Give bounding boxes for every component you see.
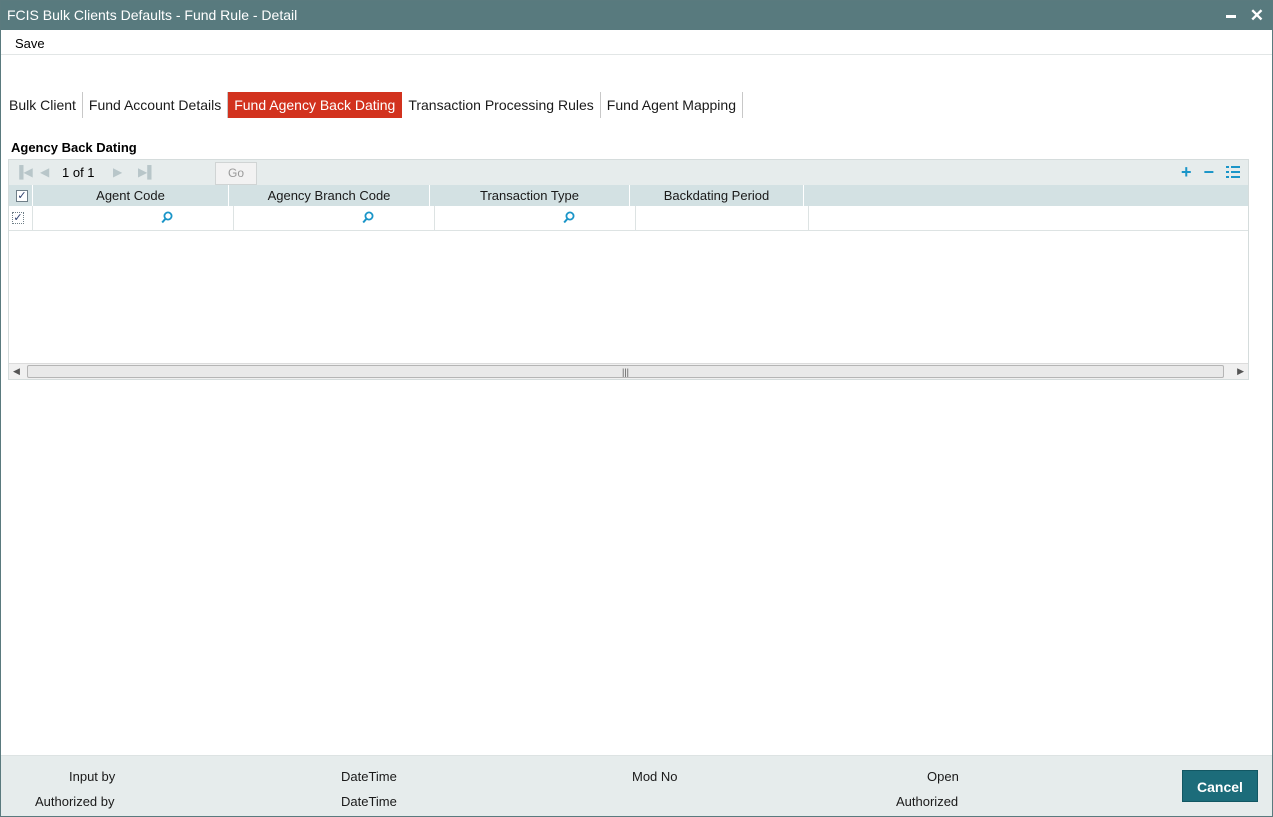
transaction-type-field[interactable] [435, 206, 636, 231]
table-row: ✓ [9, 206, 1248, 231]
tab-fund-agency-back-dating[interactable]: Fund Agency Back Dating [228, 92, 403, 118]
page-indicator: 1 of 1 [62, 165, 95, 180]
scroll-left-icon[interactable]: ◀ [13, 366, 20, 377]
go-button[interactable]: Go [215, 162, 257, 185]
mod-no-label: Mod No [632, 769, 678, 784]
backdating-period-field[interactable] [636, 206, 809, 231]
first-page-icon[interactable]: ▐◀ [15, 165, 33, 179]
close-icon[interactable]: ✕ [1250, 1, 1264, 30]
audit-footer: Input by DateTime Mod No Open Authorized… [1, 755, 1272, 816]
row-checkbox[interactable]: ✓ [12, 212, 24, 224]
grip-icon: ||| [621, 367, 630, 377]
grid-pager: ▐◀ ◀ 1 of 1 ▶ ▶▌ Go + − [9, 160, 1248, 185]
header-select-cell: ✓ [9, 185, 33, 206]
input-by-label: Input by [69, 769, 116, 784]
next-page-icon[interactable]: ▶ [113, 165, 122, 179]
horizontal-scrollbar[interactable]: ◀ ||| ▶ [9, 363, 1248, 379]
scroll-right-icon[interactable]: ▶ [1237, 366, 1244, 377]
grid-tools: + − [1181, 161, 1240, 183]
section-title: Agency Back Dating [11, 140, 137, 155]
column-header-agent-code[interactable]: Agent Code [33, 185, 229, 206]
tab-bulk-client[interactable]: Bulk Client [3, 92, 83, 118]
delete-row-icon[interactable]: − [1203, 161, 1214, 183]
authorized-status-label: Authorized [896, 794, 959, 809]
agent-code-search-icon[interactable] [161, 211, 173, 224]
tab-transaction-processing-rules[interactable]: Transaction Processing Rules [402, 92, 601, 118]
add-row-icon[interactable]: + [1181, 161, 1192, 183]
column-header-backdating-period[interactable]: Backdating Period [630, 185, 804, 206]
tab-bar: Bulk Client Fund Account Details Fund Ag… [3, 92, 743, 118]
minimize-icon[interactable] [1225, 15, 1236, 18]
window-controls: ✕ [1225, 1, 1264, 30]
previous-page-icon[interactable]: ◀ [40, 165, 49, 179]
title-bar: FCIS Bulk Clients Defaults - Fund Rule -… [1, 1, 1272, 30]
fund-rule-detail-window: FCIS Bulk Clients Defaults - Fund Rule -… [0, 0, 1273, 817]
transaction-type-search-icon[interactable] [563, 211, 575, 224]
open-status-label: Open [927, 769, 959, 784]
scrollbar-thumb[interactable]: ||| [27, 365, 1224, 378]
agency-back-dating-grid: ▐◀ ◀ 1 of 1 ▶ ▶▌ Go + − ✓ Agent Code Age… [8, 159, 1249, 380]
input-datetime-label: DateTime [341, 769, 397, 784]
tab-fund-agent-mapping[interactable]: Fund Agent Mapping [601, 92, 743, 118]
agent-code-field[interactable] [33, 206, 234, 231]
last-page-icon[interactable]: ▶▌ [138, 165, 156, 179]
column-header-transaction-type[interactable]: Transaction Type [430, 185, 630, 206]
select-all-checkbox[interactable]: ✓ [16, 190, 28, 202]
cancel-button[interactable]: Cancel [1182, 770, 1258, 802]
row-select-cell: ✓ [9, 206, 33, 231]
tab-fund-account-details[interactable]: Fund Account Details [83, 92, 229, 118]
agency-branch-code-field[interactable] [234, 206, 435, 231]
agency-branch-code-search-icon[interactable] [362, 211, 374, 224]
window-title: FCIS Bulk Clients Defaults - Fund Rule -… [7, 7, 298, 23]
single-view-icon[interactable] [1226, 166, 1240, 178]
grid-header-row: ✓ Agent Code Agency Branch Code Transact… [9, 185, 1248, 206]
column-header-agency-branch-code[interactable]: Agency Branch Code [229, 185, 430, 206]
authorized-by-label: Authorized by [35, 794, 115, 809]
authorized-datetime-label: DateTime [341, 794, 397, 809]
save-menu-item[interactable]: Save [15, 36, 45, 51]
menu-bar: Save [1, 30, 1272, 55]
